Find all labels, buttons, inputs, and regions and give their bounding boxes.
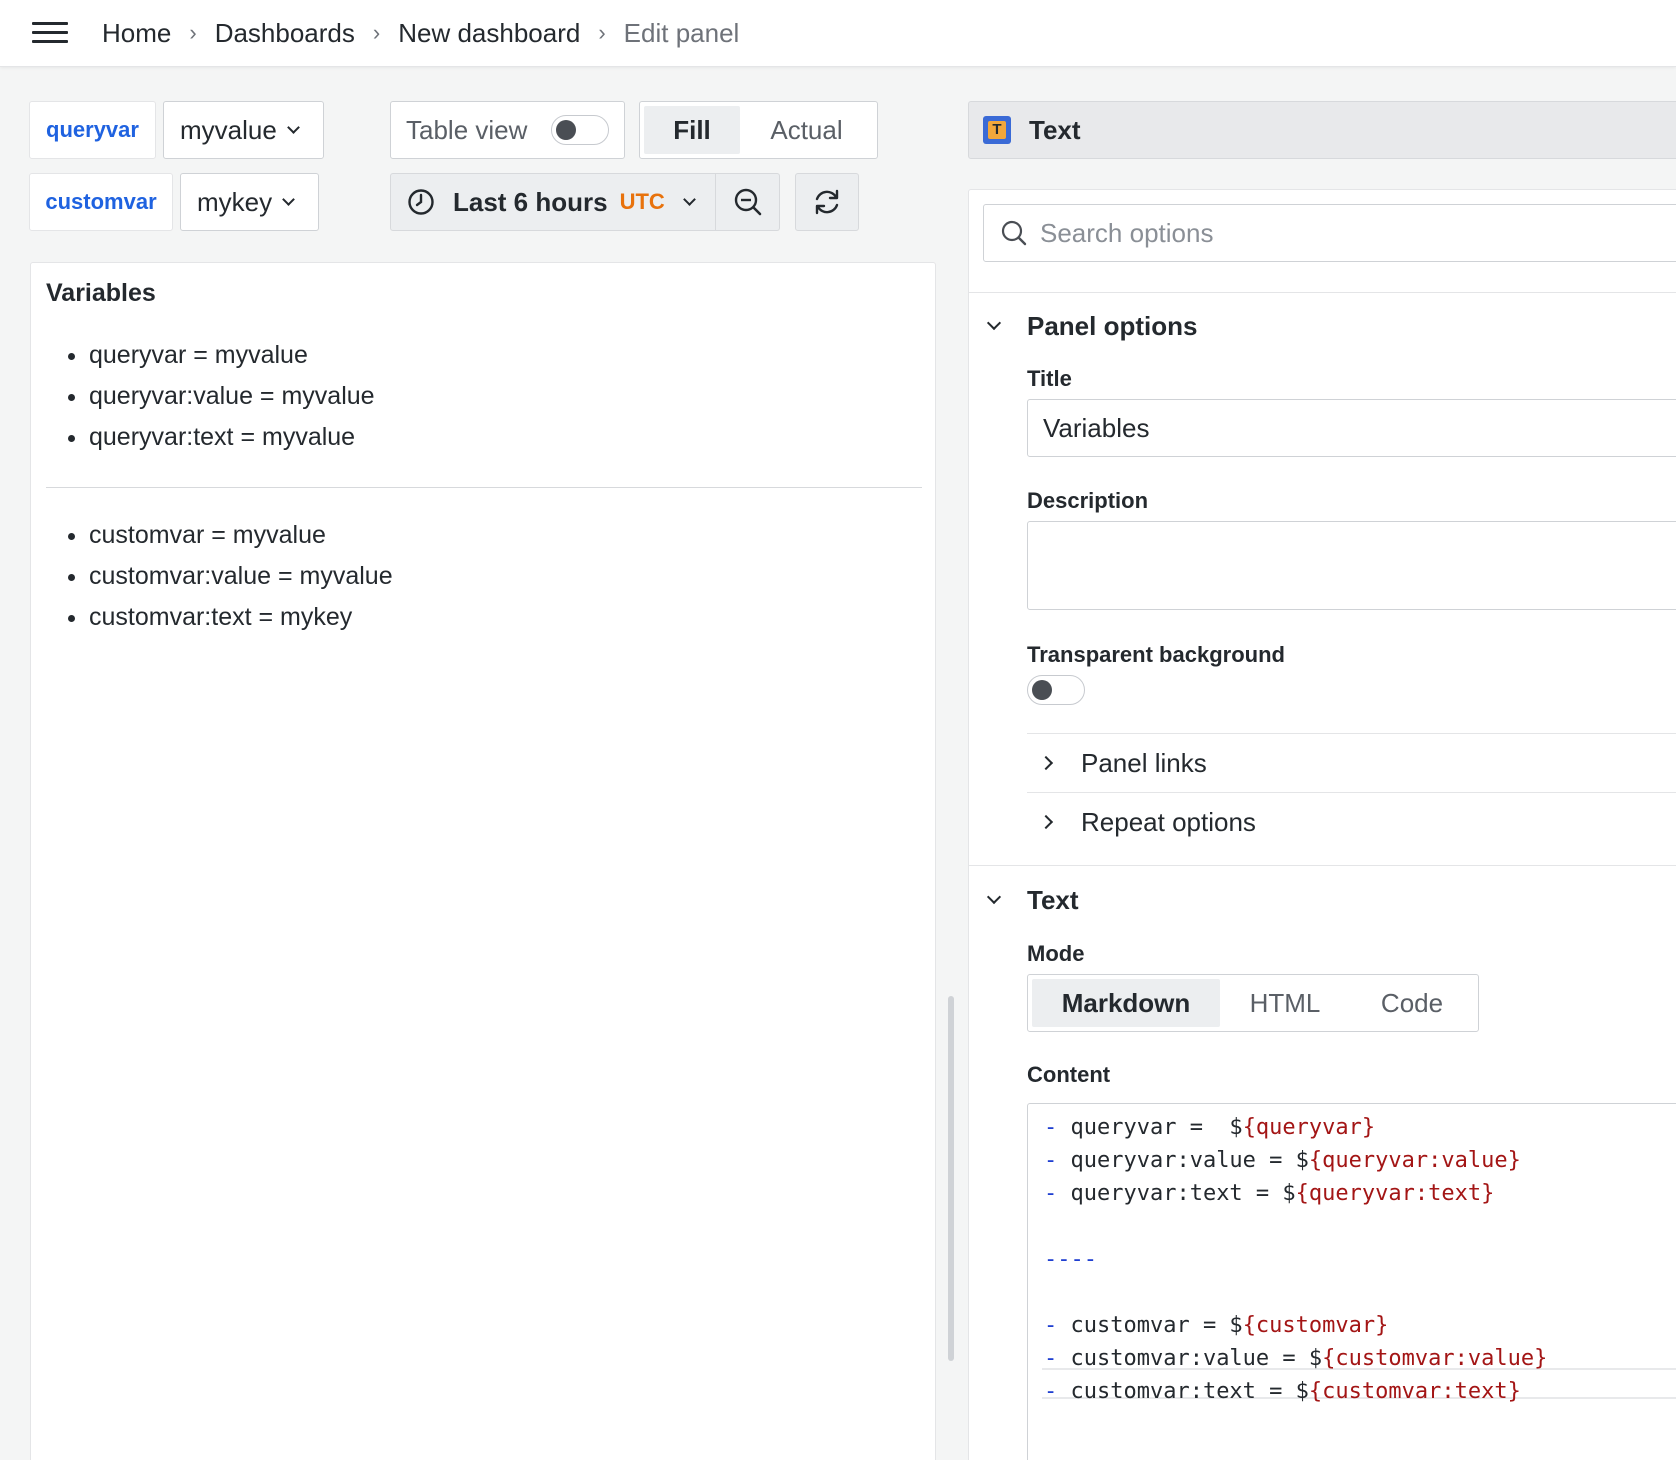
zoom-out-icon [734, 188, 761, 216]
list-item: customvar:value = myvalue [89, 556, 393, 597]
refresh-button[interactable] [795, 173, 859, 231]
panel-links-label: Panel links [1081, 747, 1207, 778]
mode-radio-group: Markdown HTML Code [1027, 974, 1479, 1032]
title-label: Title [1027, 366, 1072, 391]
time-range-picker[interactable]: Last 6 hours UTC [390, 173, 716, 231]
breadcrumb: Home › Dashboards › New dashboard › Edit… [102, 18, 739, 49]
divider [1027, 733, 1676, 734]
chevron-right-icon: › [372, 19, 381, 45]
table-view-toggle[interactable]: Table view [390, 101, 625, 159]
transparent-background-label: Transparent background [1027, 642, 1285, 667]
content-label: Content [1027, 1062, 1111, 1087]
options-pane: Panel options Title Variables Descriptio… [968, 189, 1676, 1460]
mode-code-option[interactable]: Code [1350, 979, 1474, 1027]
variable-select-queryvar[interactable]: myvalue [163, 101, 324, 159]
table-view-switch[interactable] [551, 115, 609, 145]
panel-options-heading: Panel options [1027, 310, 1198, 341]
time-range-controls: Last 6 hours UTC [390, 173, 780, 231]
title-input[interactable]: Variables [1027, 399, 1676, 457]
transparent-background-switch[interactable] [1027, 675, 1085, 705]
search-icon [1001, 220, 1027, 246]
text-viz-icon: T [983, 116, 1011, 144]
table-view-label: Table view [406, 114, 528, 145]
list-item: queryvar:text = myvalue [89, 417, 375, 458]
description-textarea[interactable] [1027, 521, 1676, 610]
variable-select-customvar[interactable]: mykey [180, 173, 319, 231]
breadcrumb-home[interactable]: Home [102, 18, 171, 49]
mode-markdown-option[interactable]: Markdown [1032, 979, 1220, 1027]
clock-icon [408, 189, 434, 215]
variable-list-custom: customvar = myvalue customvar:value = my… [89, 515, 393, 638]
list-item: customvar:text = mykey [89, 597, 393, 638]
panel-preview: Variables queryvar = myvalue queryvar:va… [30, 262, 936, 1460]
text-section-heading: Text [1027, 884, 1079, 915]
search-options-input[interactable] [1040, 217, 1600, 249]
panel-links-header[interactable]: Panel links [1038, 743, 1207, 783]
menu-icon[interactable] [32, 22, 68, 46]
chevron-right-icon [1038, 755, 1054, 771]
breadcrumb-dashboards[interactable]: Dashboards [215, 18, 355, 49]
time-range-label: Last 6 hours [453, 186, 608, 217]
divider [1027, 792, 1676, 793]
code-line: - queryvar:value = ${queryvar:value} [1044, 1148, 1521, 1173]
actual-option[interactable]: Actual [740, 106, 873, 154]
list-item: queryvar = myvalue [89, 335, 375, 376]
variable-select-value: mykey [197, 186, 273, 217]
refresh-icon [815, 189, 839, 215]
visualization-picker[interactable]: T Text [968, 101, 1676, 159]
panel-options-header[interactable]: Panel options [986, 306, 1198, 346]
breadcrumb-new-dashboard[interactable]: New dashboard [398, 18, 580, 49]
chevron-down-icon [286, 120, 300, 134]
list-item: queryvar:value = myvalue [89, 376, 375, 417]
code-line: - customvar = ${customvar} [1044, 1313, 1389, 1338]
zoom-out-button[interactable] [716, 173, 780, 231]
chevron-down-icon [986, 315, 1002, 331]
variable-label-customvar: customvar [29, 173, 173, 231]
mode-label: Mode [1027, 941, 1085, 966]
fill-actual-toggle: Fill Actual [639, 101, 878, 159]
divider [969, 292, 1676, 293]
repeat-options-header[interactable]: Repeat options [1038, 802, 1256, 842]
chevron-down-icon [282, 192, 295, 206]
description-label: Description [1027, 488, 1149, 513]
horizontal-rule [46, 487, 922, 488]
code-line: - customvar:value = ${customvar:value} [1044, 1346, 1548, 1371]
list-item: customvar = myvalue [89, 515, 393, 556]
content-code-editor[interactable]: - queryvar = ${queryvar} - queryvar:valu… [1027, 1103, 1676, 1460]
text-section-header[interactable]: Text [986, 880, 1079, 920]
chevron-right-icon: › [598, 19, 606, 45]
variable-list-query: queryvar = myvalue queryvar:value = myva… [89, 335, 375, 458]
breadcrumb-edit-panel: Edit panel [623, 18, 740, 48]
splitter-scrollbar[interactable] [948, 996, 954, 1361]
panel-title: Variables [46, 279, 156, 307]
code-line: - queryvar:text = ${queryvar:text} [1044, 1181, 1495, 1206]
mode-html-option[interactable]: HTML [1220, 979, 1350, 1027]
variable-label-queryvar: queryvar [29, 101, 156, 159]
top-nav-bar: Home › Dashboards › New dashboard › Edit… [0, 0, 1676, 67]
visualization-name: Text [1029, 114, 1081, 145]
chevron-down-icon [682, 192, 696, 206]
code-line: - queryvar = ${queryvar} [1044, 1115, 1376, 1140]
timezone-label: UTC [619, 189, 665, 214]
variable-select-value: myvalue [180, 114, 277, 145]
code-line: ---- [1044, 1247, 1097, 1272]
repeat-options-label: Repeat options [1081, 806, 1256, 837]
chevron-down-icon [986, 889, 1002, 905]
fill-option[interactable]: Fill [644, 106, 740, 154]
chevron-right-icon [1038, 814, 1054, 830]
chevron-right-icon: › [189, 19, 197, 45]
divider [969, 865, 1676, 866]
search-options-field[interactable] [983, 204, 1676, 262]
code-line: - customvar:text = ${customvar:text} [1044, 1379, 1521, 1404]
